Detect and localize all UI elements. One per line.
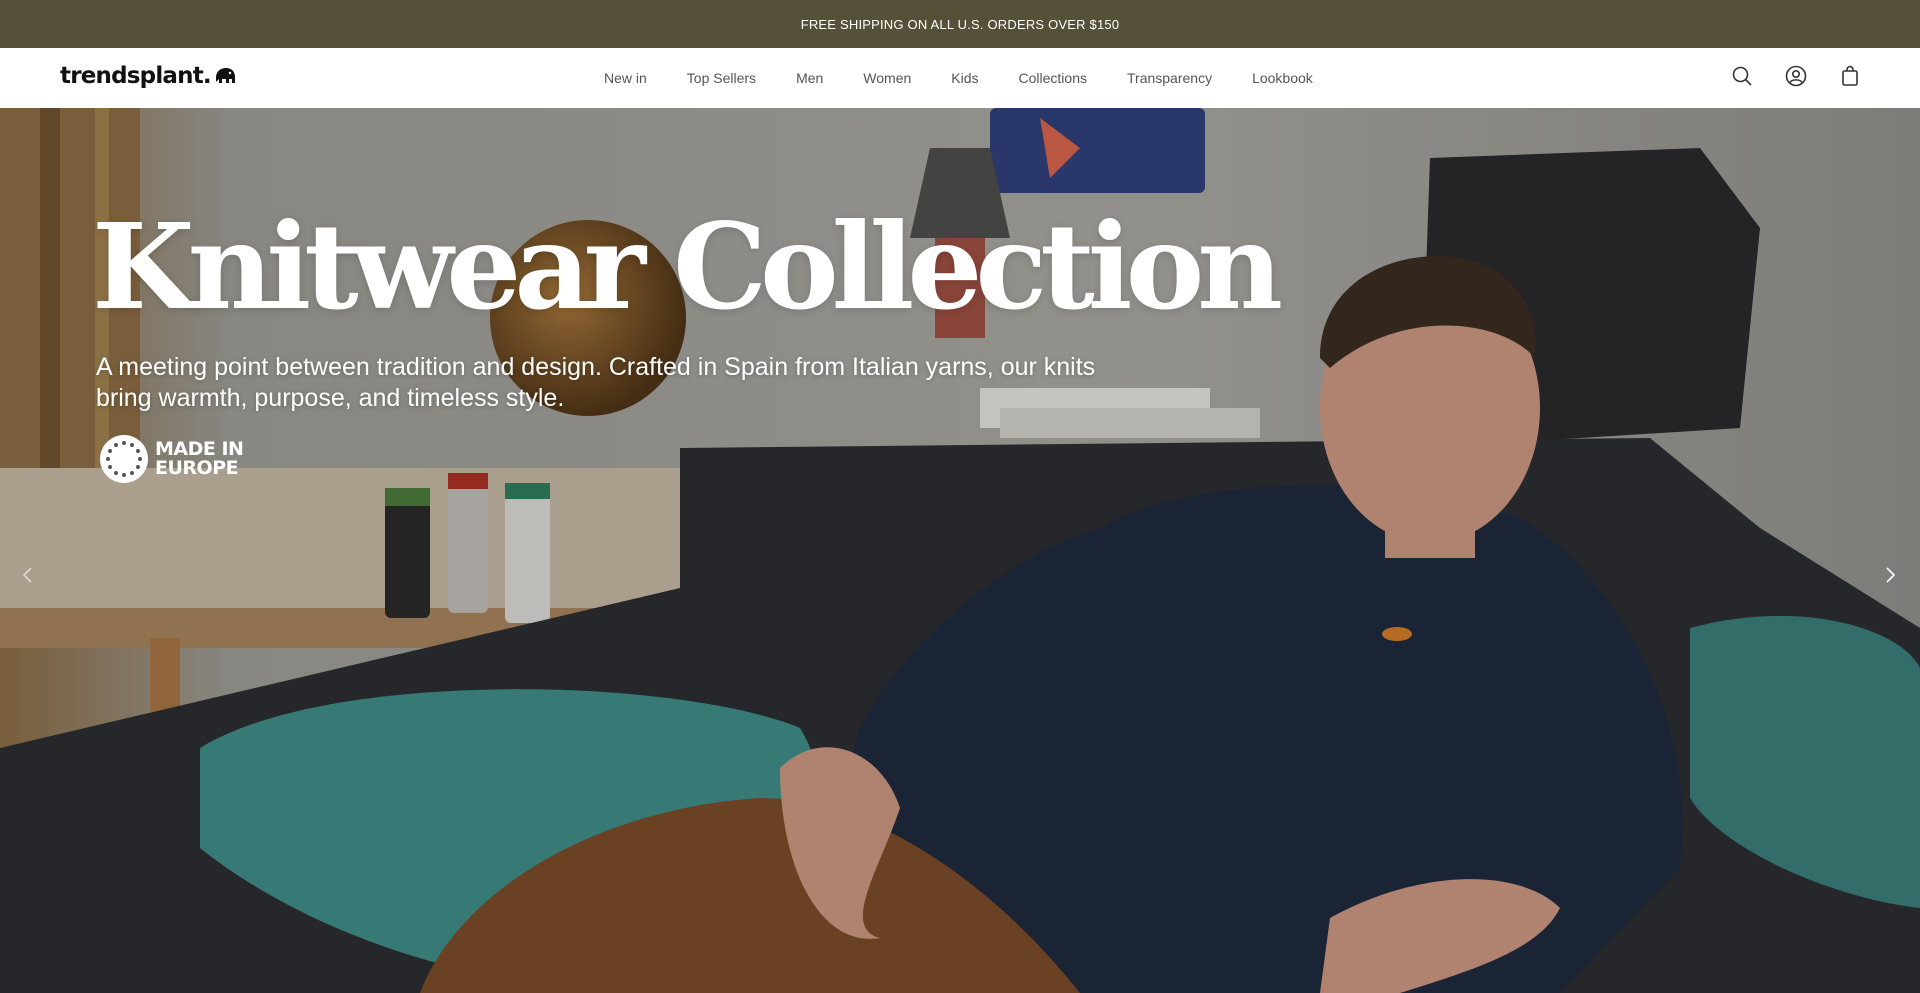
chevron-left-icon[interactable] [16,563,40,587]
eu-stars-icon [100,435,148,483]
header-icons [1730,64,1862,88]
nav-item-lookbook[interactable]: Lookbook [1252,70,1313,86]
nav-item-new-in[interactable]: New in [604,70,647,86]
hero-banner[interactable]: Knitwear Collection A meeting point betw… [0,108,1920,993]
announcement-text: FREE SHIPPING ON ALL U.S. ORDERS OVER $1… [800,16,1120,32]
main-nav: New in Top Sellers Men Women Kids Collec… [604,48,1313,108]
logo[interactable]: trendsplant. [60,63,236,89]
chevron-right-icon[interactable] [1878,563,1902,587]
logo-text: trendsplant. [60,63,212,89]
nav-item-kids[interactable]: Kids [951,70,978,86]
account-icon[interactable] [1784,64,1808,88]
elephant-icon [215,68,235,83]
badge-line-2: EUROPE [155,457,239,479]
search-icon[interactable] [1730,64,1754,88]
nav-item-collections[interactable]: Collections [1019,70,1087,86]
badge-text: MADE IN EUROPE [155,440,244,479]
nav-item-men[interactable]: Men [796,70,823,86]
announcement-bar: FREE SHIPPING ON ALL U.S. ORDERS OVER $1… [0,0,1920,48]
hero-subtitle: A meeting point between tradition and de… [96,353,1096,412]
site-header: trendsplant. New in Top Sellers Men Wome… [0,48,1920,108]
made-in-europe-badge: MADE IN EUROPE [99,434,244,484]
cart-icon[interactable] [1838,64,1862,88]
hero-title: Knitwear Collection [92,197,1283,336]
nav-item-transparency[interactable]: Transparency [1127,70,1212,86]
nav-item-top-sellers[interactable]: Top Sellers [687,70,756,86]
nav-item-women[interactable]: Women [863,70,911,86]
